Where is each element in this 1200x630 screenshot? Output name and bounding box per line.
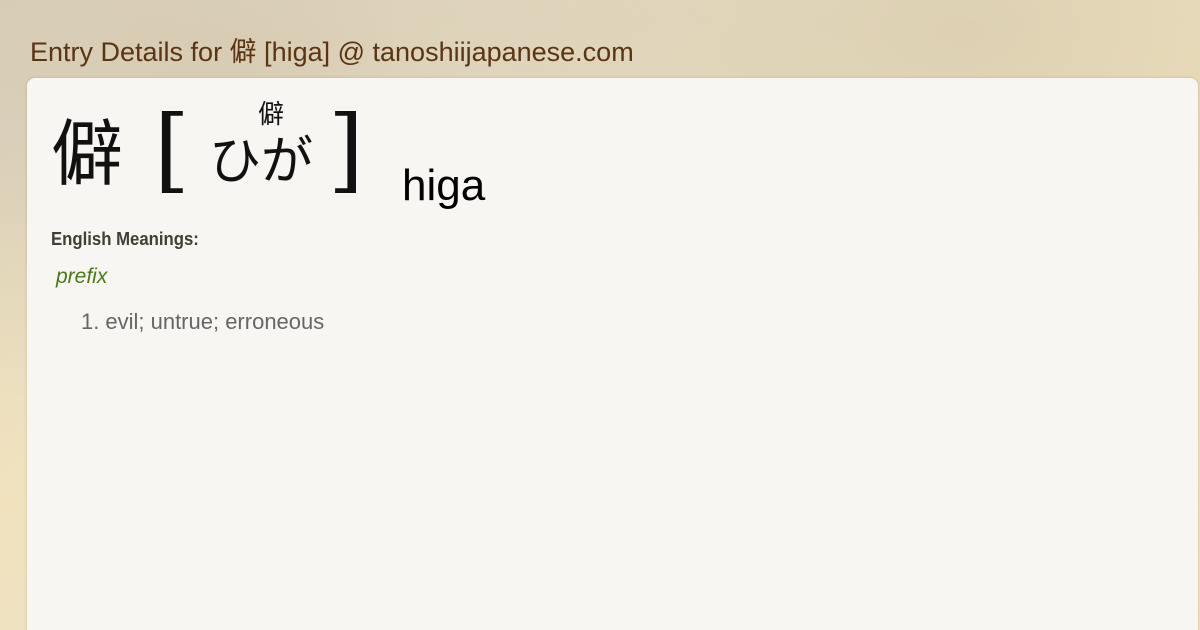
entry-reading: ひが: [208, 132, 313, 192]
list-item: 1. evil; untrue; erroneous: [81, 309, 324, 335]
entry-romaji: higa: [402, 161, 486, 210]
entry-card: 僻 [ 僻 ひが ] higa English Meanings: prefix…: [27, 78, 1198, 630]
entry-kanji: 僻: [51, 112, 124, 196]
page-title: Entry Details for 僻 [higa] @ tanoshiijap…: [30, 37, 634, 67]
reading-bracket-open: [: [154, 96, 190, 203]
part-of-speech: prefix: [56, 265, 108, 288]
entry-header: 僻 [ 僻 ひが ] higa: [51, 98, 751, 213]
meaning-list: 1. evil; untrue; erroneous: [81, 309, 324, 335]
reading-bracket-close: ]: [328, 96, 364, 203]
meaning-number: 1.: [81, 309, 100, 334]
meaning-text: evil; untrue; erroneous: [105, 309, 325, 334]
meanings-heading: English Meanings:: [51, 229, 199, 249]
furigana-kanji: 僻: [258, 100, 285, 130]
